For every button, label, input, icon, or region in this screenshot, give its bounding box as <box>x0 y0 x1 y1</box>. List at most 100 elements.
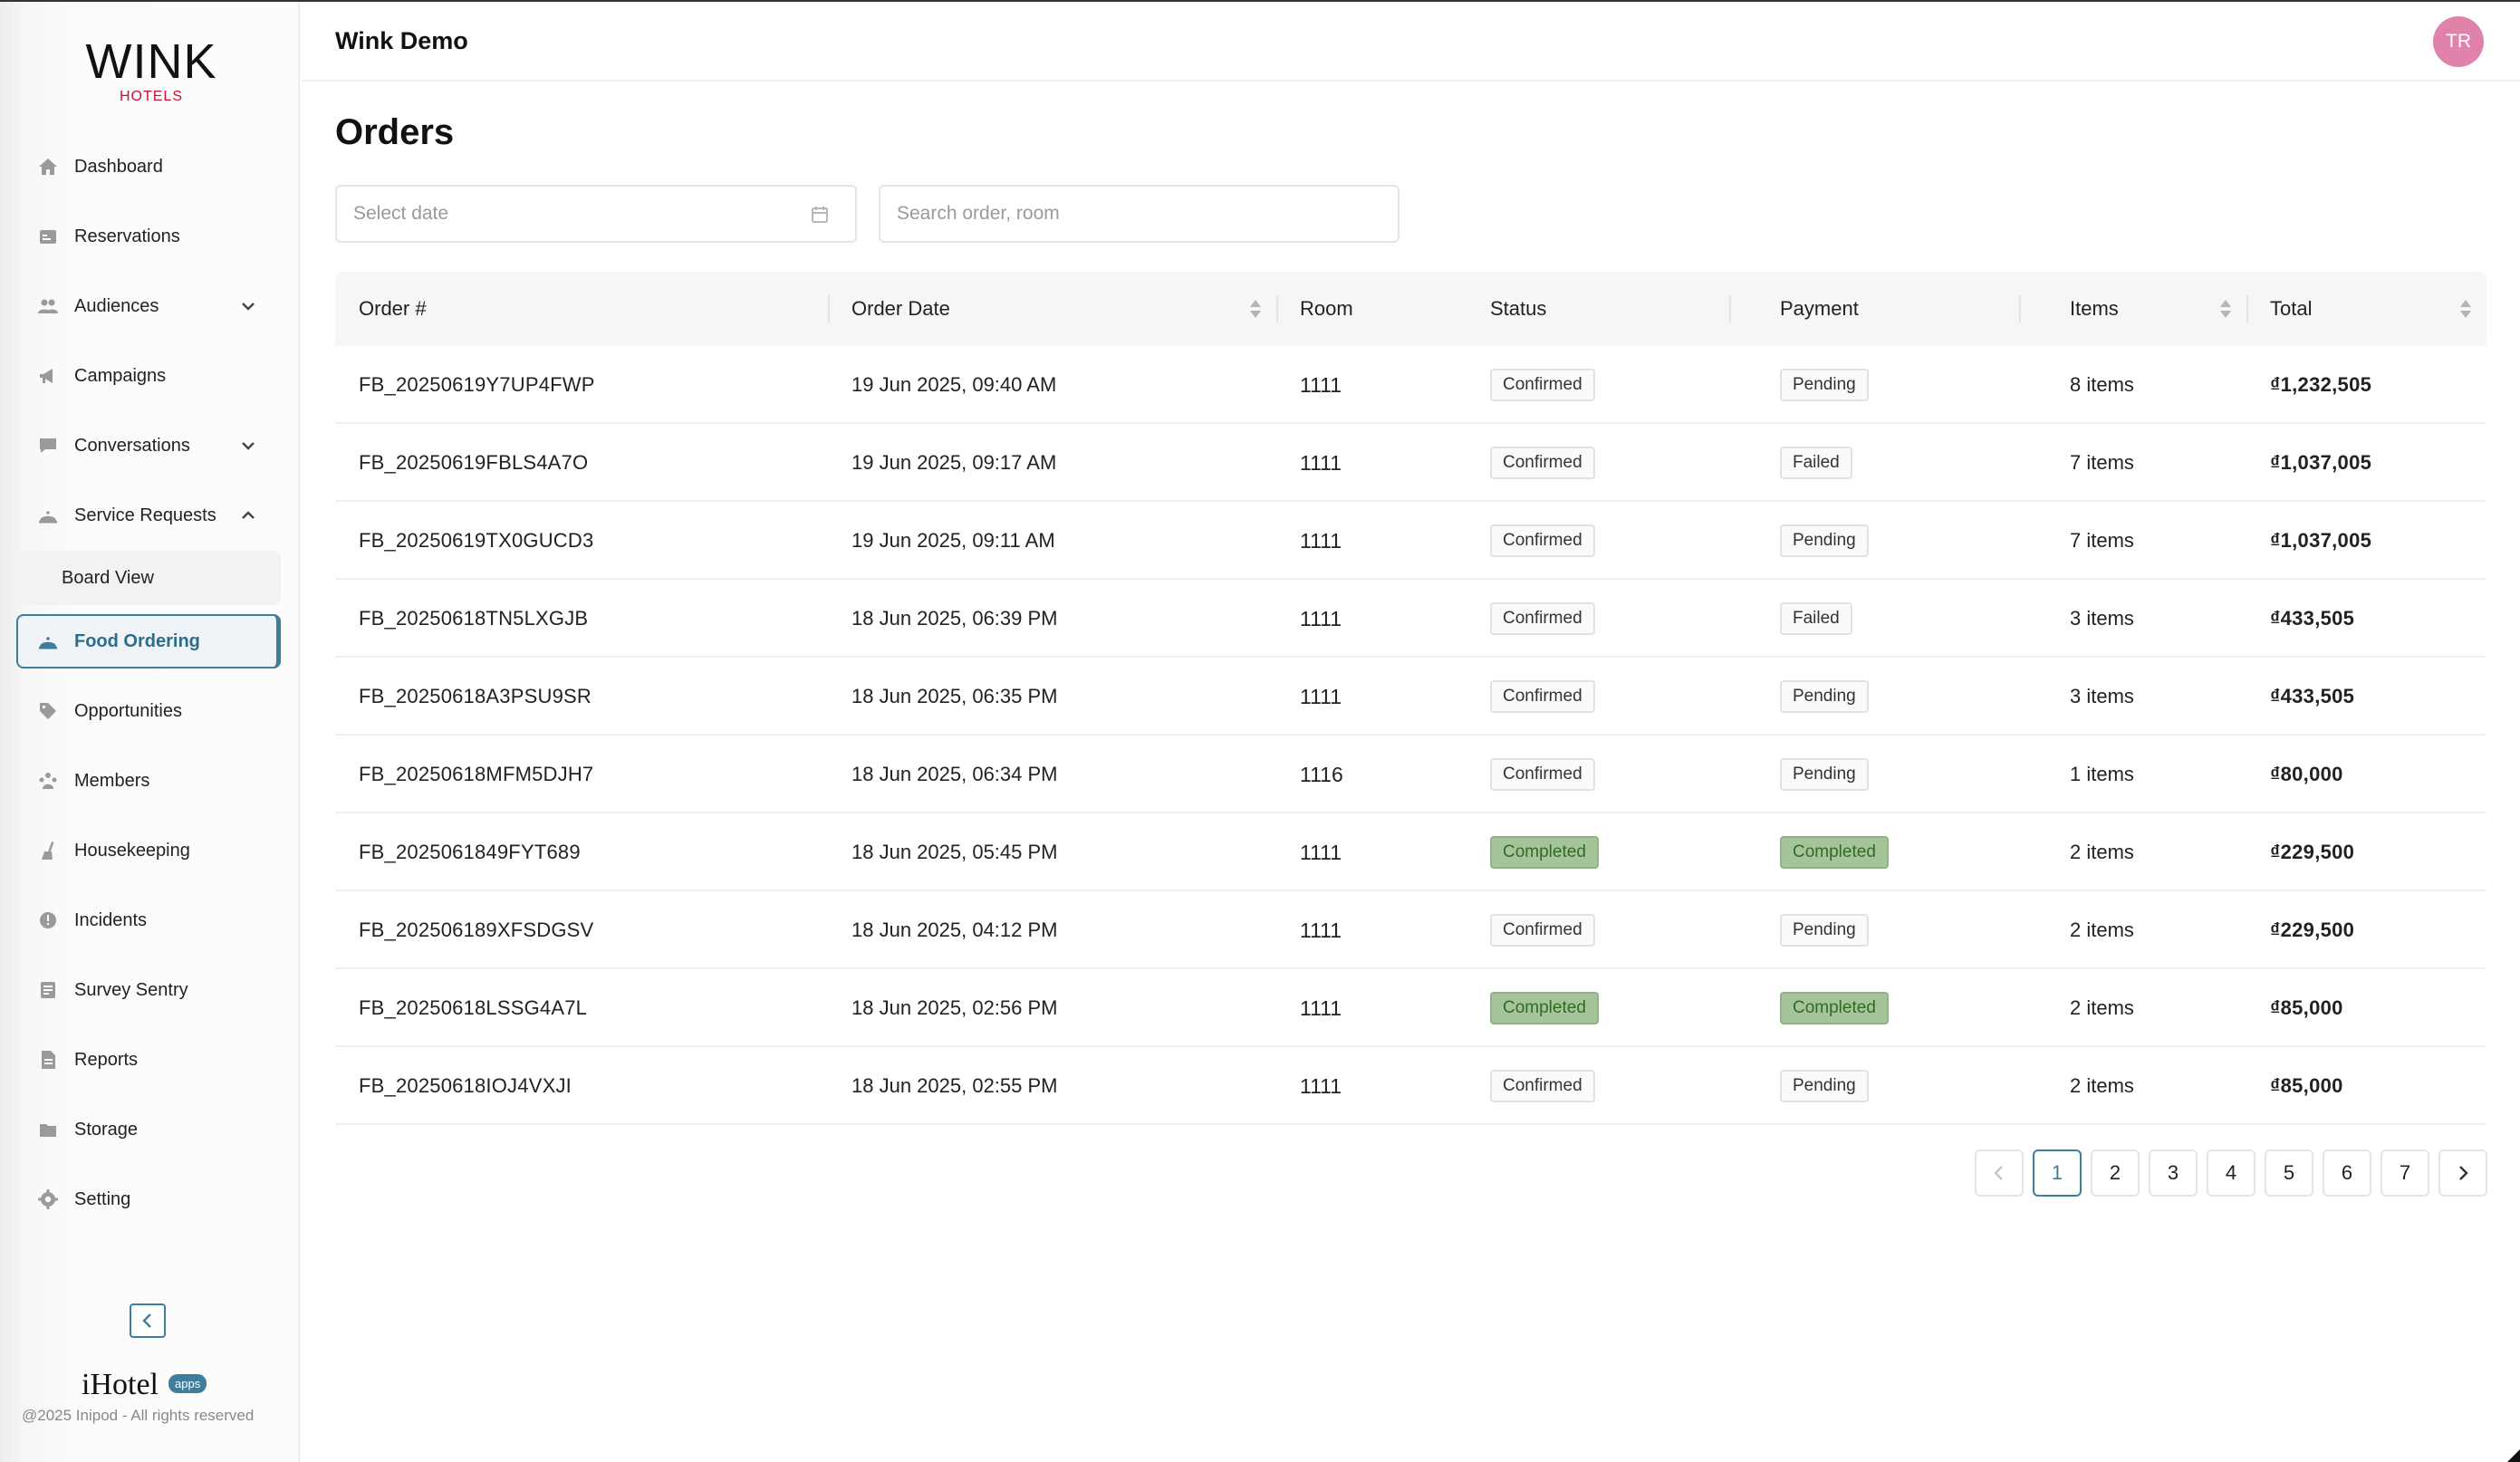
order-number-text[interactable]: FB_20250619TX0GUCD3 <box>359 529 593 553</box>
prev-page-button[interactable] <box>1975 1149 2024 1197</box>
table-row[interactable]: FB_20250619TX0GUCD3 19 Jun 2025, 09:11 AM… <box>335 502 2486 580</box>
page-button-3[interactable]: 3 <box>2149 1149 2198 1197</box>
cell-order-date: 18 Jun 2025, 02:56 PM <box>828 969 1276 1047</box>
cell-payment: Completed <box>1756 813 2046 891</box>
order-number-text[interactable]: FB_20250619Y7UP4FWP <box>359 373 595 397</box>
ihotel-apps-badge: apps <box>168 1374 207 1393</box>
page-button-4[interactable]: 4 <box>2207 1149 2255 1197</box>
table-row[interactable]: FB_20250618LSSG4A7L 18 Jun 2025, 02:56 PM… <box>335 969 2486 1047</box>
sort-icon[interactable] <box>1249 298 1262 320</box>
column-header-label: Items <box>2070 297 2119 320</box>
date-picker[interactable] <box>335 185 857 243</box>
table-row[interactable]: FB_2025061849FYT689 18 Jun 2025, 05:45 PM… <box>335 813 2486 891</box>
sidebar-item-survey-sentry[interactable]: Survey Sentry <box>16 963 281 1017</box>
user-avatar[interactable]: TR <box>2433 16 2484 67</box>
sidebar-item-food-ordering[interactable]: Food Ordering <box>16 614 281 668</box>
table-row[interactable]: FB_202506189XFSDGSV 18 Jun 2025, 04:12 PM… <box>335 891 2486 969</box>
cell-total: ₫80,000 <box>2246 736 2486 813</box>
column-header-total[interactable]: Total <box>2246 272 2486 346</box>
date-input[interactable] <box>353 203 770 225</box>
table-row[interactable]: FB_20250619FBLS4A7O 19 Jun 2025, 09:17 AM… <box>335 424 2486 502</box>
order-number-text[interactable]: FB_202506189XFSDGSV <box>359 919 593 942</box>
survey-icon <box>36 978 60 1002</box>
search-input[interactable] <box>897 203 1313 225</box>
cell-order-date: 18 Jun 2025, 06:34 PM <box>828 736 1276 813</box>
order-number-text[interactable]: FB_20250618TN5LXGJB <box>359 607 588 630</box>
sidebar-item-audiences[interactable]: Audiences <box>16 279 281 333</box>
next-page-button[interactable] <box>2438 1149 2487 1197</box>
wink-logo[interactable]: WINK HOTELS <box>83 36 219 105</box>
cell-status: Completed <box>1467 813 1756 891</box>
sidebar-item-setting[interactable]: Setting <box>16 1172 281 1226</box>
search-box[interactable] <box>879 185 1399 243</box>
order-number-text[interactable]: FB_20250618IOJ4VXJI <box>359 1074 572 1098</box>
column-separator <box>2246 295 2248 322</box>
order-number-text[interactable]: FB_20250619FBLS4A7O <box>359 451 588 475</box>
order-number-text[interactable]: FB_20250618LSSG4A7L <box>359 996 587 1020</box>
top-header: Wink Demo TR <box>302 2 2520 82</box>
sidebar-item-label: Housekeeping <box>74 840 190 861</box>
payment-badge: Pending <box>1780 369 1869 401</box>
sidebar-item-members[interactable]: Members <box>16 754 281 808</box>
status-badge: Confirmed <box>1490 1070 1595 1102</box>
table-row[interactable]: FB_20250618TN5LXGJB 18 Jun 2025, 06:39 PM… <box>335 580 2486 658</box>
sidebar-item-reports[interactable]: Reports <box>16 1033 281 1087</box>
column-header-order-date[interactable]: Order Date <box>828 272 1276 346</box>
alert-icon <box>36 909 60 932</box>
logo-text: WINK <box>85 34 217 89</box>
items-text: 2 items <box>2070 841 2134 863</box>
column-header-items[interactable]: Items <box>2046 272 2246 346</box>
sidebar-item-campaigns[interactable]: Campaigns <box>16 349 281 403</box>
calendar-icon <box>810 205 830 225</box>
total-text: ₫433,505 <box>2270 607 2355 630</box>
cell-total: ₫433,505 <box>2246 580 2486 658</box>
cell-order-number: FB_20250618IOJ4VXJI <box>335 1047 828 1125</box>
cell-total: ₫433,505 <box>2246 658 2486 736</box>
chevron-up-icon[interactable] <box>239 506 257 524</box>
page-button-1[interactable]: 1 <box>2033 1149 2082 1197</box>
sidebar-item-board-view[interactable]: Board View <box>16 551 281 605</box>
sort-icon[interactable] <box>2459 298 2472 320</box>
sort-icon[interactable] <box>2219 298 2232 320</box>
items-text: 3 items <box>2070 685 2134 707</box>
status-badge: Confirmed <box>1490 680 1595 713</box>
table-row[interactable]: FB_20250618MFM5DJH7 18 Jun 2025, 06:34 PM… <box>335 736 2486 813</box>
table-row[interactable]: FB_20250619Y7UP4FWP 19 Jun 2025, 09:40 AM… <box>335 346 2486 424</box>
page-button-2[interactable]: 2 <box>2091 1149 2140 1197</box>
sidebar-item-service-requests[interactable]: Service Requests <box>16 488 281 543</box>
sidebar-item-label: Service Requests <box>74 505 216 525</box>
cell-payment: Pending <box>1756 346 2046 424</box>
chevron-down-icon[interactable] <box>239 297 257 315</box>
page-button-7[interactable]: 7 <box>2381 1149 2429 1197</box>
sidebar-item-conversations[interactable]: Conversations <box>16 418 281 473</box>
sidebar-item-opportunities[interactable]: Opportunities <box>16 684 281 738</box>
table-row[interactable]: FB_20250618IOJ4VXJI 18 Jun 2025, 02:55 PM… <box>335 1047 2486 1125</box>
cell-items: 2 items <box>2046 891 2246 969</box>
ihotel-brand: iHotel <box>82 1368 159 1401</box>
order-number-text[interactable]: FB_20250618MFM5DJH7 <box>359 763 593 786</box>
total-text: ₫229,500 <box>2270 919 2355 941</box>
sidebar-item-housekeeping[interactable]: Housekeeping <box>16 823 281 878</box>
collapse-sidebar-button[interactable] <box>130 1303 166 1338</box>
room-text: 1111 <box>1300 996 1342 1020</box>
sidebar-item-storage[interactable]: Storage <box>16 1102 281 1157</box>
table-row[interactable]: FB_20250618A3PSU9SR 18 Jun 2025, 06:35 PM… <box>335 658 2486 736</box>
page-button-6[interactable]: 6 <box>2323 1149 2371 1197</box>
sidebar-item-reservations[interactable]: Reservations <box>16 209 281 264</box>
sidebar-item-incidents[interactable]: Incidents <box>16 893 281 947</box>
sidebar-item-label: Board View <box>62 567 154 588</box>
gear-icon <box>36 1188 60 1211</box>
sidebar-item-label: Audiences <box>74 295 159 316</box>
room-text: 1111 <box>1300 1073 1342 1098</box>
order-number-text[interactable]: FB_20250618A3PSU9SR <box>359 685 592 708</box>
page-button-5[interactable]: 5 <box>2265 1149 2313 1197</box>
sidebar-item-dashboard[interactable]: Dashboard <box>16 139 281 194</box>
cell-room: 1111 <box>1276 813 1467 891</box>
logo-subtext: HOTELS <box>119 89 183 104</box>
cell-order-date: 18 Jun 2025, 06:39 PM <box>828 580 1276 658</box>
sidebar-item-label: Campaigns <box>74 365 167 386</box>
chevron-down-icon[interactable] <box>239 437 257 455</box>
order-number-text[interactable]: FB_2025061849FYT689 <box>359 841 581 864</box>
cell-room: 1111 <box>1276 658 1467 736</box>
orders-table: Order # Order Date Room Status Payment Items T… <box>335 272 2486 1125</box>
